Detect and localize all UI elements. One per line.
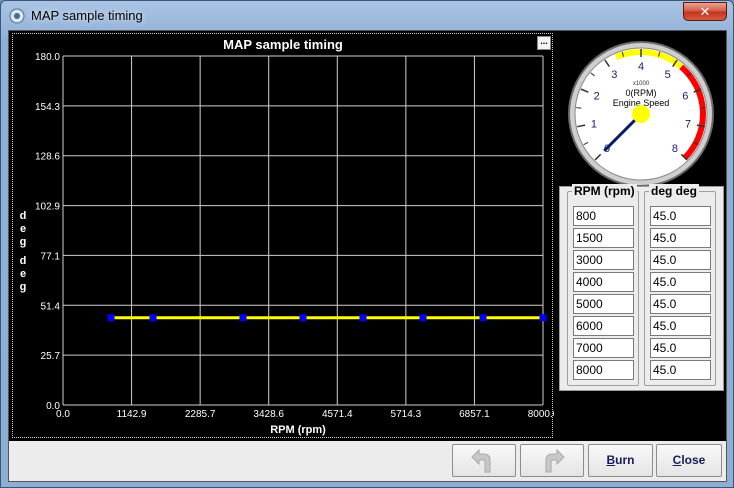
y-tick-label: 25.7: [41, 351, 61, 362]
rpm-cell[interactable]: 3000: [573, 250, 634, 270]
gauge-tick-label: 4: [638, 61, 644, 73]
x-tick-label: 2285.7: [185, 409, 216, 420]
chart-title: MAP sample timing: [223, 37, 343, 52]
redo-icon: [545, 448, 565, 473]
title-bar[interactable]: MAP sample timing ✕: [1, 1, 733, 31]
chart-menu-button[interactable]: ...: [537, 36, 551, 50]
data-point[interactable]: [239, 314, 247, 322]
deg-cell[interactable]: 45.0: [650, 206, 711, 226]
gauge-tick-label: 2: [594, 91, 600, 103]
y-axis-label-char: d: [20, 255, 27, 267]
x-axis-label: RPM (rpm): [270, 424, 326, 436]
gauge-tick-label: 6: [682, 91, 688, 103]
undo-icon: [471, 448, 491, 473]
deg-column-header: deg deg: [649, 184, 700, 198]
deg-cell[interactable]: 45.0: [650, 294, 711, 314]
rpm-column-header: RPM (rpm): [572, 184, 637, 198]
close-label: lose: [681, 453, 706, 467]
y-tick-label: 51.4: [41, 301, 61, 312]
gauge-hub: [632, 105, 650, 123]
rpm-column: RPM (rpm) 800 1500 3000 4000 5000 6000 7000 800…: [567, 184, 639, 386]
data-point[interactable]: [479, 314, 487, 322]
engine-speed-gauge: 012345678x10000(RPM)Engine Speed: [568, 41, 714, 187]
chart-panel[interactable]: MAP sample timing 0.0 1142.9 2285.7 3428.6 45…: [12, 33, 554, 439]
deg-cell[interactable]: 45.0: [650, 360, 711, 380]
rpm-cell[interactable]: 8000: [573, 360, 634, 380]
y-tick-label: 180.0: [35, 52, 60, 63]
data-point[interactable]: [107, 314, 115, 322]
app-icon: [9, 8, 25, 24]
gauge-multiplier: x1000: [633, 81, 650, 87]
x-tick-label: 6857.1: [459, 409, 490, 420]
window-close-button[interactable]: ✕: [683, 2, 727, 21]
gauge-tick-label: 1: [591, 118, 597, 130]
y-axis-label-char: d: [20, 210, 27, 222]
rpm-cell[interactable]: 5000: [573, 294, 634, 314]
gauge-value-text: 0(RPM): [626, 88, 657, 98]
close-button[interactable]: Close: [656, 444, 722, 477]
burn-mnemonic: B: [606, 453, 616, 467]
burn-button[interactable]: Burn: [588, 444, 653, 477]
gauge-tick-label: 3: [611, 69, 617, 81]
y-tick-label: 154.3: [35, 102, 60, 113]
deg-column: deg deg 45.0 45.0 45.0 45.0 45.0 45.0 45.0 45.0: [644, 184, 716, 386]
y-axis-label-char: g: [20, 281, 27, 293]
y-axis-label-char: e: [20, 223, 26, 235]
deg-cell[interactable]: 45.0: [650, 228, 711, 248]
y-tick-label: 0.0: [46, 401, 60, 412]
rpm-cell[interactable]: 6000: [573, 316, 634, 336]
data-point[interactable]: [539, 314, 547, 322]
redo-button[interactable]: [520, 444, 584, 477]
deg-cell[interactable]: 45.0: [650, 316, 711, 336]
y-tick-label: 77.1: [41, 251, 61, 262]
x-tick-label: 3428.6: [253, 409, 284, 420]
y-tick-label: 102.9: [35, 202, 60, 213]
data-point[interactable]: [149, 314, 157, 322]
gauge-tick-label: 8: [672, 143, 678, 155]
deg-cell[interactable]: 45.0: [650, 338, 711, 358]
data-point[interactable]: [419, 314, 427, 322]
deg-cell[interactable]: 45.0: [650, 272, 711, 292]
burn-label: urn: [615, 453, 635, 467]
data-point[interactable]: [359, 314, 367, 322]
undo-button[interactable]: [452, 444, 516, 477]
rpm-cell[interactable]: 800: [573, 206, 634, 226]
gauge-tick-label: 5: [665, 69, 671, 81]
curve-table: RPM (rpm) 800 1500 3000 4000 5000 6000 7000 800…: [559, 184, 724, 391]
x-tick-label: 8000.0: [528, 409, 554, 420]
client-area: MAP sample timing 0.0 1142.9 2285.7 3428.6 45…: [8, 30, 727, 482]
rpm-cell[interactable]: 7000: [573, 338, 634, 358]
y-tick-label: 128.6: [35, 152, 60, 163]
button-bar: Burn Close: [9, 441, 726, 481]
x-tick-label: 5714.3: [391, 409, 422, 420]
rpm-cell[interactable]: 1500: [573, 228, 634, 248]
curve-chart[interactable]: MAP sample timing 0.0 1142.9 2285.7 3428.6 45…: [13, 34, 554, 439]
y-axis-label-char: e: [20, 268, 26, 280]
rpm-cell[interactable]: 4000: [573, 272, 634, 292]
x-tick-label: 4571.4: [322, 409, 353, 420]
gauge-tick-label: 7: [685, 118, 691, 130]
window-title: MAP sample timing: [31, 8, 143, 23]
deg-cell[interactable]: 45.0: [650, 250, 711, 270]
window: MAP sample timing ✕ MAP sample timing 0.0…: [0, 0, 734, 488]
x-tick-label: 1142.9: [117, 409, 147, 420]
data-point[interactable]: [299, 314, 307, 322]
y-axis-label-char: g: [20, 236, 27, 248]
